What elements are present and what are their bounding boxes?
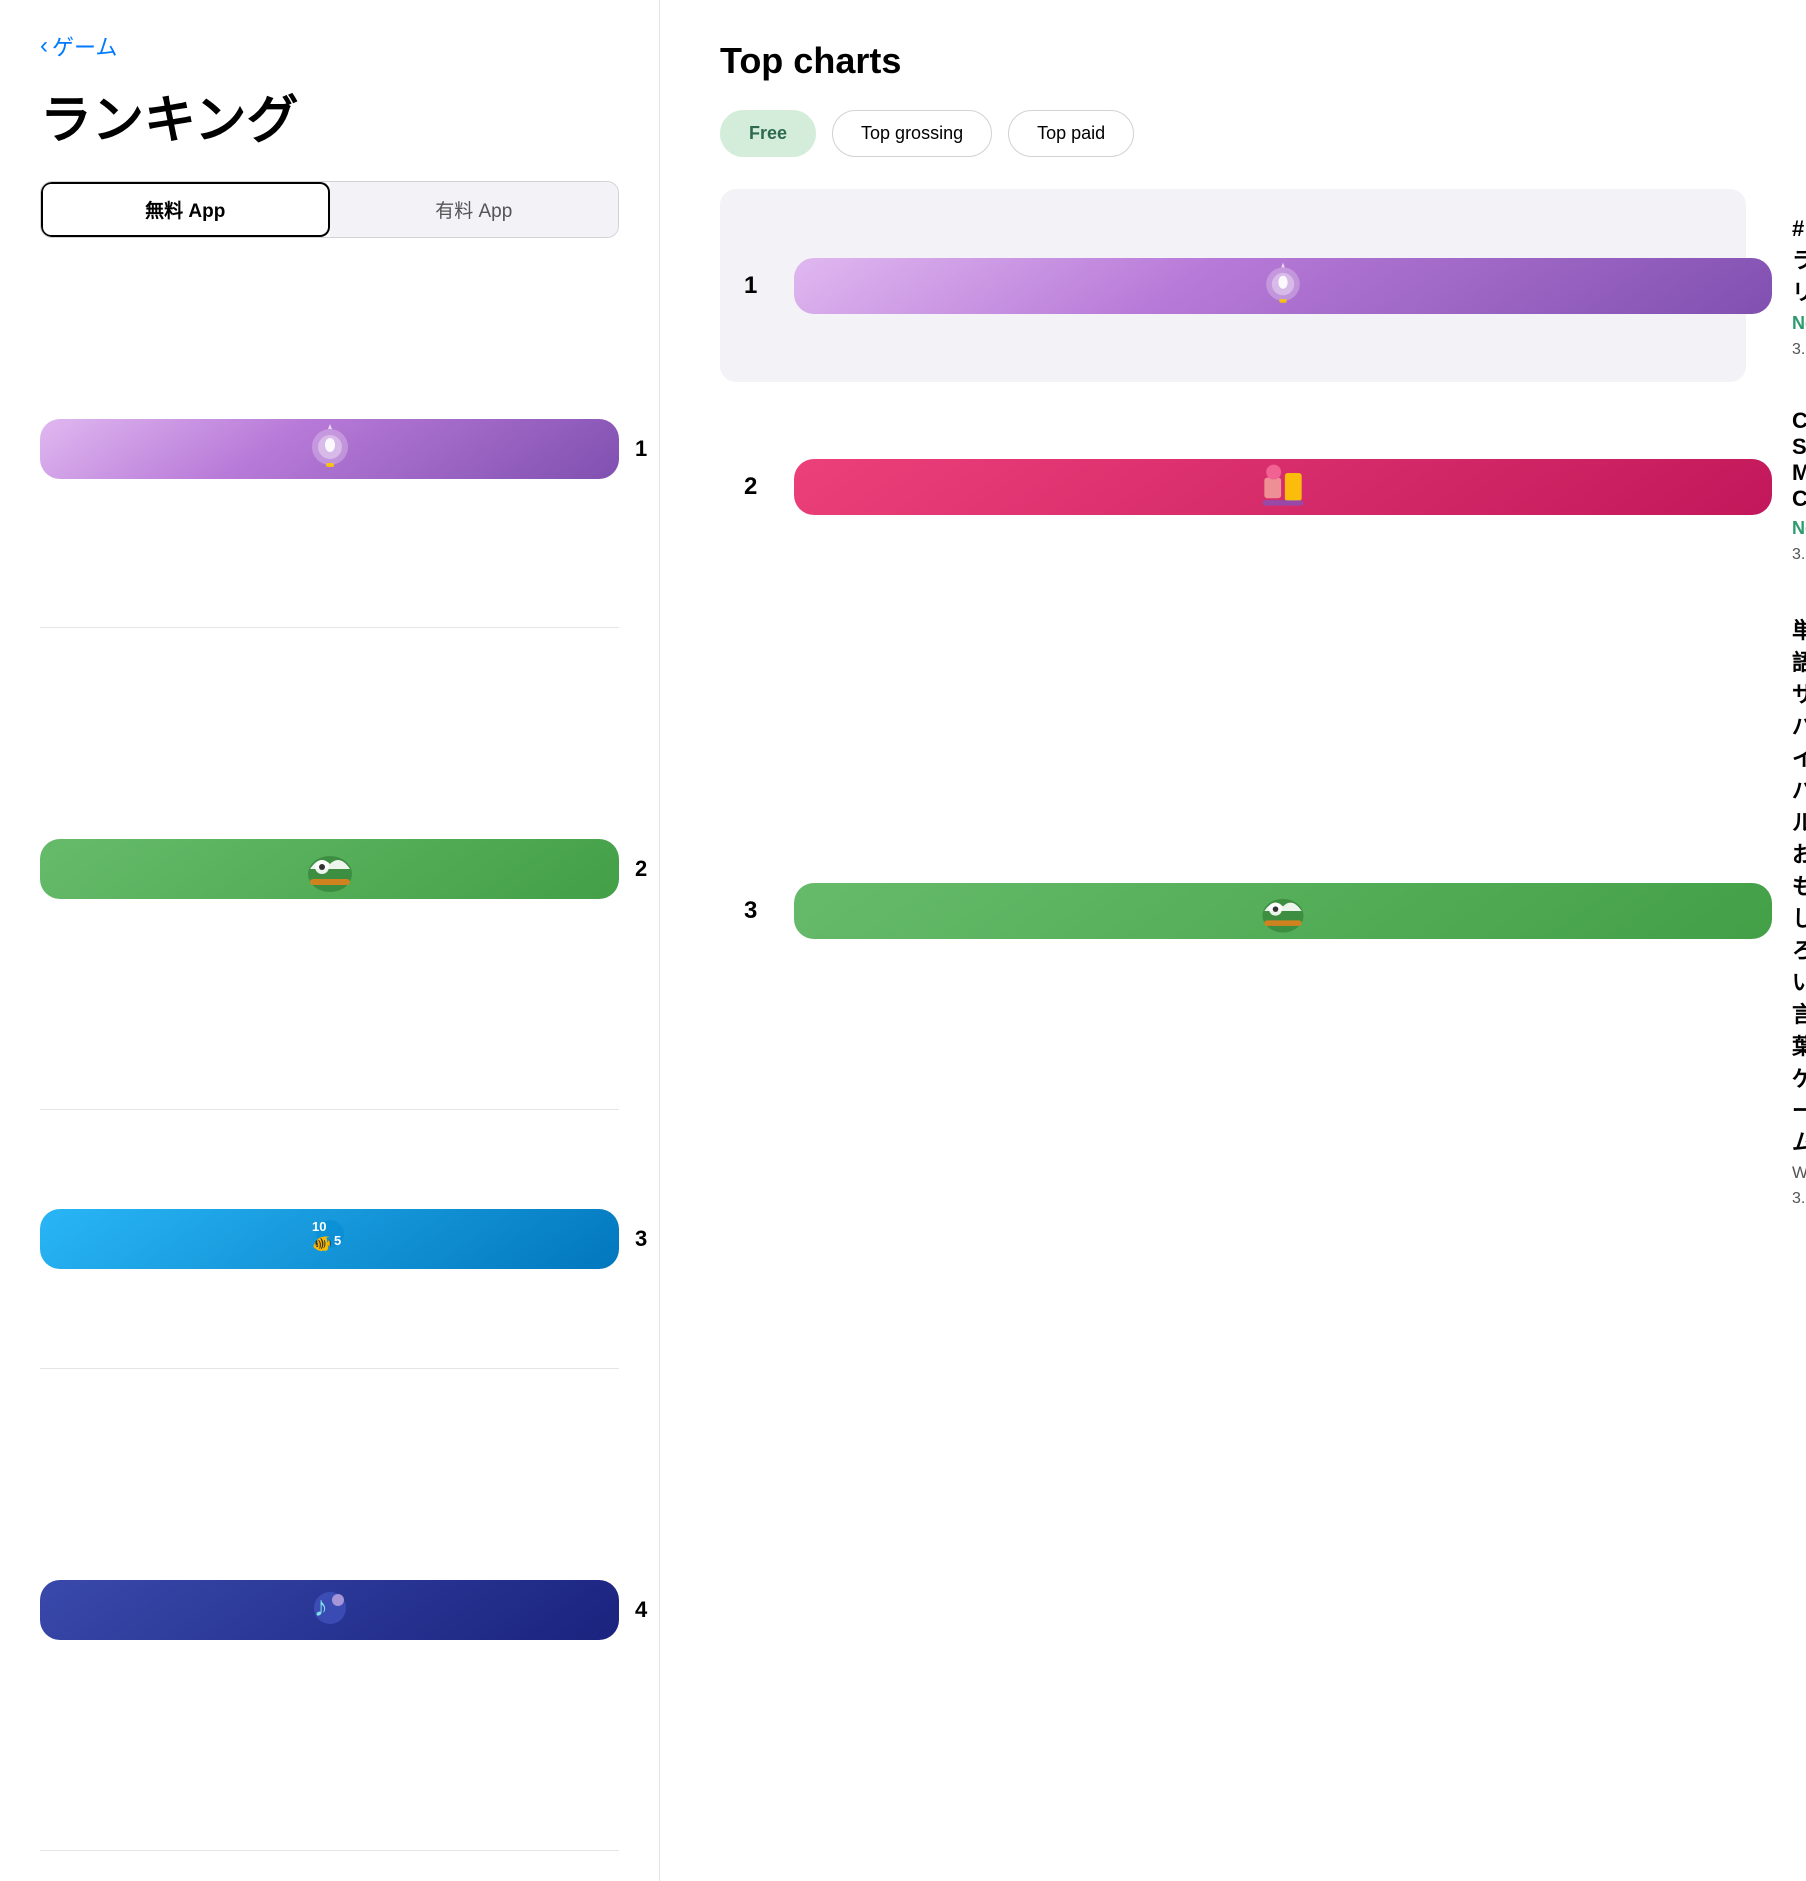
new-badge-2: New (1792, 518, 1806, 539)
chart-icon-compass (794, 258, 1772, 314)
page-title: ランキング (40, 78, 619, 153)
chart-meta-3: Word (1792, 1163, 1806, 1183)
svg-text:5: 5 (334, 1233, 341, 1248)
svg-text:♪: ♪ (314, 1591, 328, 1622)
chart-rank-1: 1 (744, 272, 774, 300)
back-chevron-icon: ‹ (40, 34, 48, 58)
svg-text:10: 10 (312, 1219, 326, 1234)
tab-free[interactable]: 無料 App (41, 182, 330, 237)
chart-info-2: Craft School: Monster Class New · Advent… (1792, 408, 1806, 565)
tab-bar: 無料 App 有料 App (40, 181, 619, 238)
chart-rating-2: 3.8 ★ (1792, 545, 1806, 565)
list-item[interactable]: 1 #コンパス ライブアリーナ ミュージック 開く (40, 270, 619, 628)
back-label: ゲーム (52, 30, 117, 62)
chart-rank-3: 3 (744, 897, 774, 925)
rank-2: 2 (635, 856, 659, 882)
list-item[interactable]: 2 単語サバイバル -暇つぶし脳トレ言葉… 人気のおもしろい謎解き… 入手 (40, 628, 619, 1110)
left-panel: ‹ ゲーム ランキング 無料 App 有料 App 1 #コンパス ライブアリー… (0, 0, 660, 1881)
list-item[interactable]: 10 🐠 5 3 フィッシュダム(Fishdom) 夢のアクアリウムを作ろう 入… (40, 1110, 619, 1370)
rating-value-2: 3.8 (1792, 546, 1806, 564)
chart-name-3: 単語サバイバル -おもしろい言葉ゲーム- (1792, 613, 1806, 1157)
chart-rank-2: 2 (744, 473, 774, 501)
chart-icon-tango (794, 883, 1772, 939)
new-badge-1: New (1792, 313, 1806, 334)
right-panel: Top charts Free Top grossing Top paid 1 … (660, 0, 1806, 1881)
chart-name-2: Craft School: Monster Class (1792, 408, 1806, 512)
svg-text:🐠: 🐠 (312, 1236, 332, 1253)
chart-item[interactable]: 3 単語サバイバル -おもしろい言葉ゲーム- Word 3.2 ★ (720, 591, 1746, 1231)
chart-info-1: #コンパス ライブアリーナ New · Music 3.8 ★ (1792, 211, 1806, 360)
filter-paid[interactable]: Top paid (1008, 110, 1134, 157)
chart-info-3: 単語サバイバル -おもしろい言葉ゲーム- Word 3.2 ★ (1792, 613, 1806, 1209)
chart-meta-1: New · Music (1792, 313, 1806, 334)
app-icon-proseka: ♪ (40, 1580, 619, 1640)
top-charts-title: Top charts (720, 40, 1746, 82)
chart-item[interactable]: 1 #コンパス ライブアリーナ New · Music 3.8 (720, 189, 1746, 382)
app-list: 1 #コンパス ライブアリーナ ミュージック 開く 2 単語サバイバル -暇つぶ (40, 270, 619, 1851)
chart-meta-2: New · Adventure (1792, 518, 1806, 539)
chart-item[interactable]: 2 Craft School: Monster Class New · Adve… (720, 386, 1746, 587)
chart-genre-3: Word (1792, 1163, 1806, 1183)
filter-free[interactable]: Free (720, 110, 816, 157)
chart-rating-1: 3.8 ★ (1792, 340, 1806, 360)
filter-grossing[interactable]: Top grossing (832, 110, 992, 157)
rating-value-1: 3.8 (1792, 341, 1806, 359)
chart-icon-craft (794, 459, 1772, 515)
app-icon-tango (40, 839, 619, 899)
chart-rating-3: 3.2 ★ (1792, 1189, 1806, 1209)
rank-1: 1 (635, 436, 659, 462)
tab-paid[interactable]: 有料 App (330, 182, 619, 237)
back-link[interactable]: ‹ ゲーム (40, 30, 619, 62)
list-item[interactable]: ♪ 4 プロジェクトセカイカラフルステージ… 初音ミクも登場する新作… 入手 A… (40, 1369, 619, 1851)
rating-value-3: 3.2 (1792, 1190, 1806, 1208)
app-icon-fishdom: 10 🐠 5 (40, 1209, 619, 1269)
rank-4: 4 (635, 1597, 659, 1623)
chart-list: 1 #コンパス ライブアリーナ New · Music 3.8 (720, 189, 1746, 1235)
filter-bar: Free Top grossing Top paid (720, 110, 1746, 157)
rank-3: 3 (635, 1226, 659, 1252)
app-icon-compass (40, 419, 619, 479)
chart-name-1: #コンパス ライブアリーナ (1792, 211, 1806, 307)
